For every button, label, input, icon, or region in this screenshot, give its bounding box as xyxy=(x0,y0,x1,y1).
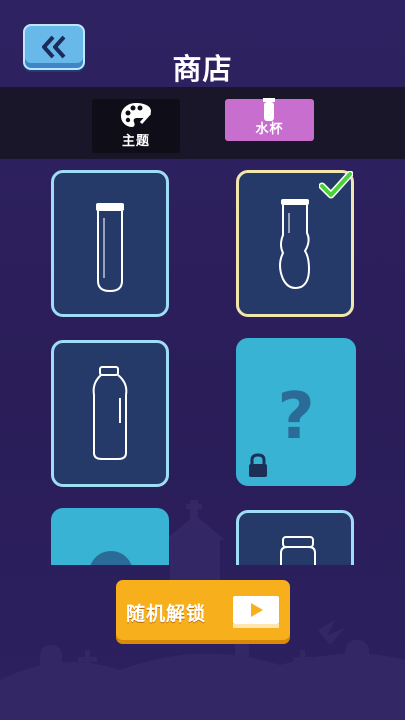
milk-bottle-icon xyxy=(92,366,128,460)
padlock-icon xyxy=(249,453,267,477)
item-card-jar[interactable] xyxy=(236,510,354,565)
item-card-tall-tube[interactable] xyxy=(51,170,169,317)
tab-theme-label: 主题 xyxy=(121,134,150,149)
svg-text:?: ? xyxy=(277,380,314,454)
page-title: 商店 xyxy=(172,52,233,86)
item-card-gourd-bottle[interactable] xyxy=(236,170,354,317)
tall-tube-bottle-icon xyxy=(96,203,124,293)
item-grid: ? xyxy=(0,160,405,565)
random-unlock-button[interactable]: 随机解锁 xyxy=(116,580,290,644)
item-card-locked[interactable]: ? xyxy=(236,338,356,486)
video-play-icon xyxy=(233,596,279,628)
checkmark-icon xyxy=(319,171,353,199)
item-card-locked-partial[interactable] xyxy=(51,508,169,565)
item-card-milk-bottle[interactable] xyxy=(51,340,169,487)
random-unlock-label: 随机解锁 xyxy=(126,602,207,625)
cup-icon xyxy=(263,98,275,121)
locked-item-circle xyxy=(90,551,132,565)
tab-cup[interactable]: 水杯 xyxy=(225,98,314,141)
jar-icon xyxy=(280,536,316,565)
shop-screen: 商店 主题 水杯 ? 随机解锁 xyxy=(0,0,405,720)
tab-bar: 主题 水杯 xyxy=(0,87,405,159)
palette-icon xyxy=(121,103,152,127)
tab-theme[interactable]: 主题 xyxy=(92,99,180,153)
